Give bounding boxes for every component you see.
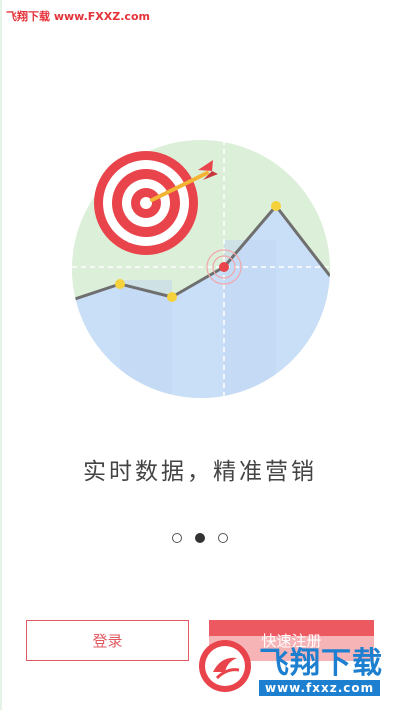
page-dot-1[interactable] — [172, 533, 182, 543]
chart-point — [115, 279, 125, 289]
site-logo-watermark: 飞翔下载 www.fxxz.com — [193, 628, 393, 704]
site-logo-badge-icon — [199, 640, 251, 692]
login-button[interactable]: 登录 — [26, 620, 189, 661]
logo-site-name: 飞翔下载 — [259, 646, 383, 681]
left-edge-line — [0, 0, 2, 710]
target-icon — [94, 151, 198, 255]
slogan-text: 实时数据，精准营销 — [83, 459, 317, 485]
page-indicator — [0, 533, 400, 547]
page-dot-3[interactable] — [218, 533, 228, 543]
chart-point — [167, 292, 177, 302]
watermark-top: 飞翔下载 www.FXXZ.com — [6, 10, 150, 23]
login-button-label: 登录 — [92, 632, 123, 650]
chart-band — [224, 240, 276, 398]
illustration — [72, 140, 330, 398]
chart-point — [271, 201, 281, 211]
logo-site-url: www.fxxz.com — [259, 680, 381, 696]
chart-point-highlight — [219, 262, 229, 272]
onboarding-screen: 飞翔下载 www.FXXZ.com 实时数据，精准营销 登录 飞翔下载 www.… — [0, 0, 400, 710]
chart-band — [120, 280, 172, 398]
page-dot-2-active[interactable] — [195, 533, 205, 543]
